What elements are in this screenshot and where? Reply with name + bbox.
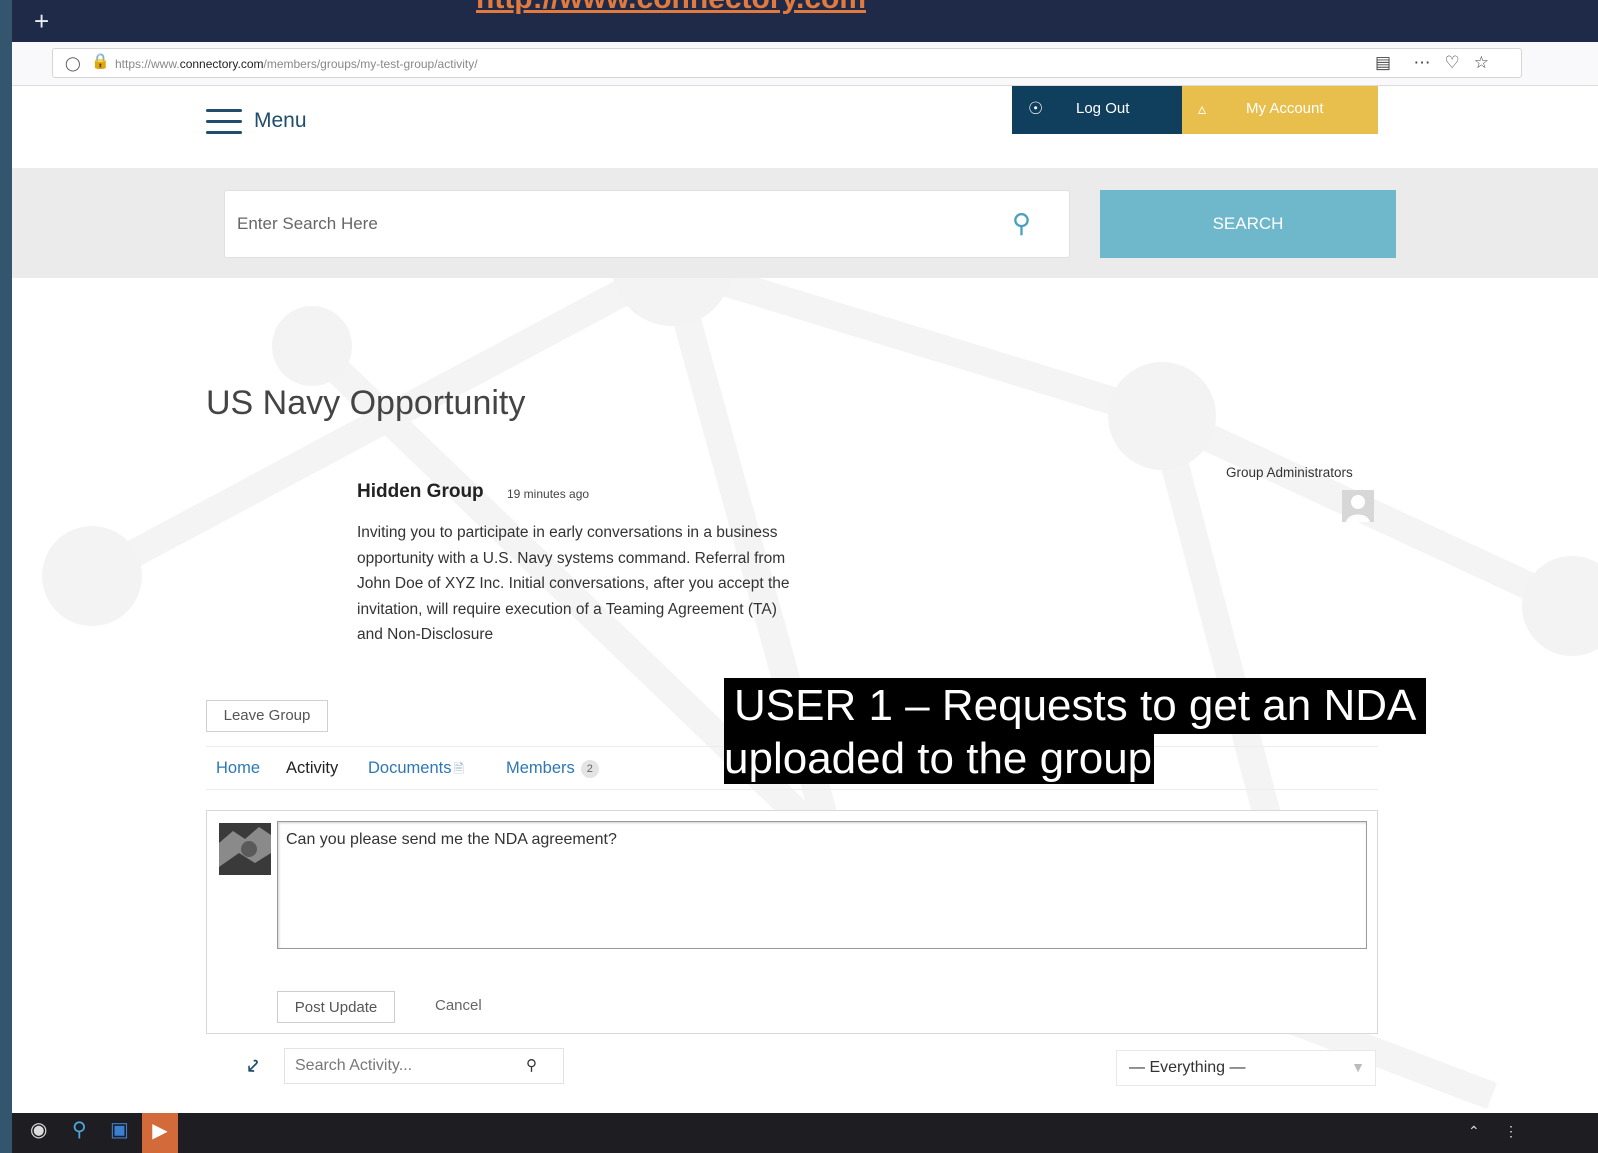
page-title: US Navy Opportunity — [206, 384, 526, 422]
menu-label: Menu — [254, 109, 307, 132]
user-photo-icon — [219, 823, 271, 875]
site-search-band: ⚲ SEARCH — [12, 168, 1598, 278]
power-icon: ☉ — [1028, 99, 1044, 118]
log-out-button[interactable]: ☉ Log Out — [1012, 86, 1182, 134]
browser-url-bar: ◯ 🔒 https://www.connectory.com/members/g… — [12, 42, 1598, 86]
activity-search-input[interactable] — [284, 1048, 564, 1084]
group-type-label: Hidden Group — [357, 481, 484, 502]
os-taskbar: ◉ ⚲ ▣ ▶ ⌃ ⋮ — [12, 1113, 1598, 1153]
admin-avatar[interactable] — [1342, 490, 1374, 522]
caption-line-2: uploaded to the group — [724, 734, 1155, 784]
caption-line-1: USER 1 – Requests to get an NDA — [724, 678, 1427, 734]
tab-members[interactable]: Members 2 — [506, 759, 599, 778]
search-button[interactable]: SEARCH — [1100, 190, 1396, 258]
chevron-down-icon: ▼ — [1351, 1059, 1365, 1075]
site-search-input[interactable] — [224, 190, 1070, 258]
log-out-label: Log Out — [1076, 100, 1130, 117]
screenshot-frame: + http://www.connectory.com ◯ 🔒 https://… — [0, 0, 1598, 1153]
address-field[interactable]: ◯ 🔒 https://www.connectory.com/members/g… — [52, 48, 1522, 78]
left-window-edge — [0, 0, 12, 1153]
lock-icon[interactable]: 🔒 — [91, 52, 110, 70]
url-prefix: https://www. — [115, 57, 180, 71]
activity-search-icon[interactable]: ⚲ — [526, 1056, 537, 1074]
post-update-form: Can you please send me the NDA agreement… — [206, 810, 1378, 1034]
new-tab-button[interactable]: + — [34, 6, 49, 36]
leave-group-button[interactable]: Leave Group — [206, 700, 328, 732]
group-activity-time: 19 minutes ago — [507, 487, 590, 501]
url-domain: connectory.com — [179, 57, 264, 71]
more-icon[interactable]: ⋯ — [1414, 53, 1445, 72]
user-icon: ▵ — [1198, 101, 1207, 118]
rss-icon[interactable]: ⤦ — [248, 1056, 258, 1077]
tab-activity[interactable]: Activity — [286, 759, 338, 778]
taskbar-search-icon[interactable]: ⚲ — [72, 1117, 87, 1142]
slide-title-link: http://www.connectory.com — [476, 0, 866, 16]
cancel-button[interactable]: Cancel — [435, 997, 482, 1014]
user-avatar[interactable] — [219, 823, 271, 875]
group-administrators-label: Group Administrators — [1226, 465, 1353, 480]
tracking-shield-icon[interactable]: ◯ — [65, 55, 81, 72]
tab-home[interactable]: Home — [216, 759, 260, 778]
bookmark-star-icon[interactable]: ☆ — [1474, 53, 1503, 72]
my-account-label: My Account — [1246, 100, 1324, 117]
document-icon: 🗎 — [453, 761, 464, 776]
tab-documents-label: Documents — [368, 759, 452, 777]
web-page: Menu ☉ Log Out ▵ My Account ⚲ SEARCH US … — [12, 86, 1598, 1113]
post-update-button[interactable]: Post Update — [277, 991, 395, 1023]
hamburger-icon — [206, 106, 242, 136]
menu-toggle[interactable]: Menu — [206, 106, 307, 136]
tab-members-label: Members — [506, 759, 575, 777]
url-path: /members/groups/my-test-group/activity/ — [263, 57, 478, 71]
post-update-textarea[interactable]: Can you please send me the NDA agreement… — [277, 821, 1367, 949]
reader-icon[interactable]: ▤ — [1375, 53, 1391, 73]
tab-documents[interactable]: Documents 🗎 — [368, 759, 464, 782]
members-count-badge: 2 — [580, 759, 599, 778]
taskbar-presentation-icon[interactable]: ▶ — [142, 1113, 178, 1153]
default-avatar-icon — [1342, 490, 1374, 522]
activity-filter-value: — Everything — — [1129, 1059, 1246, 1076]
taskbar-window-icon[interactable]: ▣ — [110, 1117, 129, 1142]
search-icon[interactable]: ⚲ — [1012, 208, 1031, 239]
taskbar-app-icon[interactable]: ◉ — [30, 1117, 47, 1142]
pocket-icon[interactable]: ♡ — [1445, 53, 1474, 72]
my-account-button[interactable]: ▵ My Account — [1182, 86, 1378, 134]
group-description: Inviting you to participate in early con… — [357, 524, 790, 643]
activity-filter-select[interactable]: — Everything — ▼ — [1116, 1050, 1376, 1086]
tray-chevron-up-icon[interactable]: ⌃ — [1468, 1123, 1480, 1140]
tray-network-icon[interactable]: ⋮ — [1504, 1123, 1518, 1140]
url-text[interactable]: https://www.connectory.com/members/group… — [115, 57, 478, 71]
